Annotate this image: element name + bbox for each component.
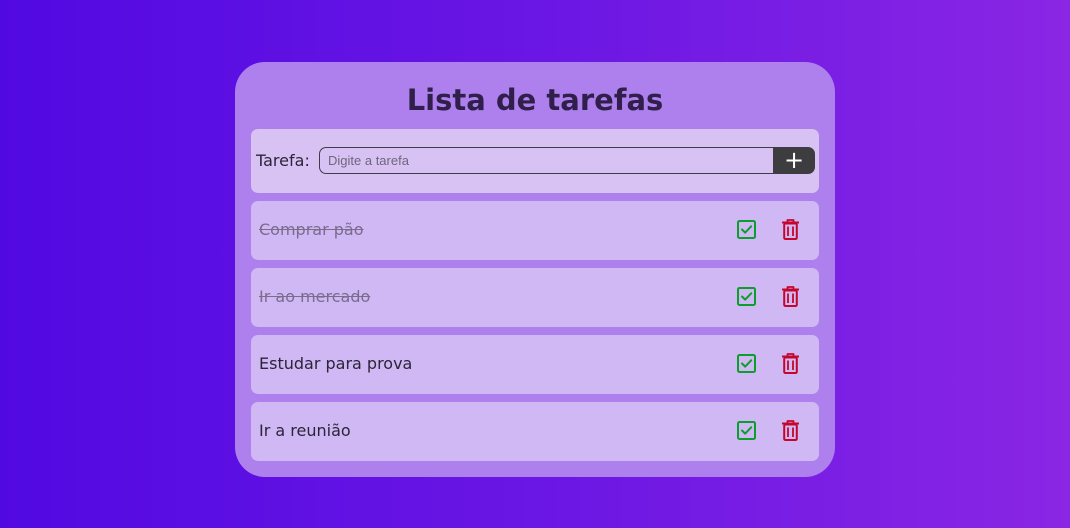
complete-task-button[interactable] bbox=[737, 220, 756, 239]
complete-task-button[interactable] bbox=[737, 421, 756, 440]
task-text: Ir ao mercado bbox=[259, 287, 371, 306]
trash-icon bbox=[782, 353, 799, 374]
page-title: Lista de tarefas bbox=[406, 83, 664, 117]
delete-task-button[interactable] bbox=[782, 286, 799, 307]
task-text: Ir a reunião bbox=[259, 421, 351, 440]
delete-task-button[interactable] bbox=[782, 219, 799, 240]
check-square-icon-svg bbox=[737, 287, 756, 306]
trash-icon bbox=[782, 420, 799, 441]
delete-task-button[interactable] bbox=[782, 353, 799, 374]
check-square-icon bbox=[737, 220, 756, 239]
task-row: Estudar para prova bbox=[251, 335, 819, 394]
task-row: Ir ao mercado bbox=[251, 268, 819, 327]
task-row: Comprar pão bbox=[251, 201, 819, 260]
delete-task-button[interactable] bbox=[782, 420, 799, 441]
task-input[interactable] bbox=[319, 147, 773, 174]
check-square-icon bbox=[737, 287, 756, 306]
add-task-button[interactable]: + bbox=[773, 147, 815, 174]
new-task-form: Tarefa: + bbox=[251, 129, 819, 193]
trash-icon bbox=[782, 219, 799, 240]
task-row: Ir a reunião bbox=[251, 402, 819, 461]
check-square-icon-svg bbox=[737, 220, 756, 239]
trash-icon bbox=[782, 286, 799, 307]
check-square-icon-svg bbox=[737, 354, 756, 373]
check-square-icon bbox=[737, 354, 756, 373]
check-square-icon bbox=[737, 421, 756, 440]
check-square-icon-svg bbox=[737, 421, 756, 440]
title-wrap: Lista de tarefas bbox=[235, 80, 835, 120]
task-text: Estudar para prova bbox=[259, 354, 413, 373]
complete-task-button[interactable] bbox=[737, 287, 756, 306]
task-label: Tarefa: bbox=[256, 151, 310, 170]
task-text: Comprar pão bbox=[259, 220, 364, 239]
complete-task-button[interactable] bbox=[737, 354, 756, 373]
